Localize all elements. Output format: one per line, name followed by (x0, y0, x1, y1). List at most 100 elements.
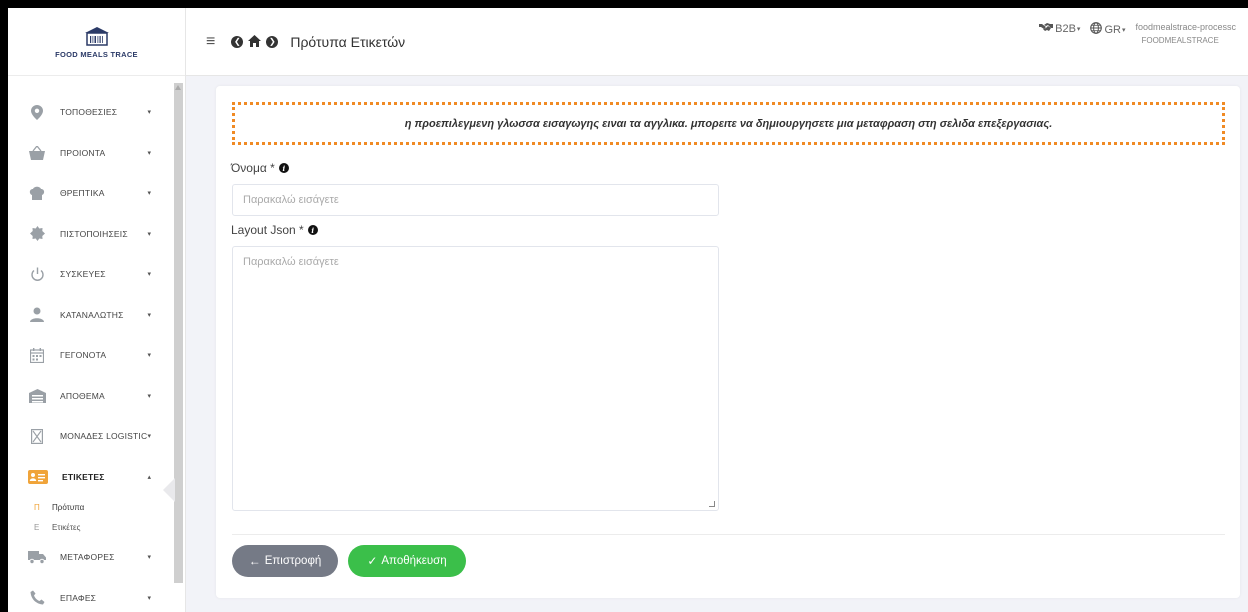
sidebar-subitem-templates[interactable]: П Πρότυπα (8, 497, 173, 517)
subitem-letter: П (34, 502, 40, 512)
sidebar-nav: ΤΟΠΟΘΕΣΙΕΣ ▾ ΠΡΟΙΟΝΤΑ ▾ ΘΡΕΠΤΙΚΑ ▾ ΠΙΣΤΟ… (8, 92, 173, 612)
resize-handle-icon[interactable] (709, 501, 715, 507)
logo-text: FOOD MEALS TRACE (55, 49, 138, 59)
form-divider (232, 534, 1225, 535)
chef-hat-icon (28, 184, 46, 202)
layout-json-placeholder: Παρακαλώ εισάγετε (243, 256, 339, 268)
sidebar-item-label: ΣΥΣΚΕΥΕΣ (60, 269, 106, 280)
chevron-down-icon: ▾ (147, 311, 151, 319)
sidebar-item-label: ΑΠΟΘΕΜΑ (60, 390, 105, 401)
sidebar-item-label: ΘΡΕΠΤΙΚΑ (60, 188, 105, 199)
label-card-icon (28, 469, 48, 484)
chevron-down-icon: ▾ (147, 230, 151, 238)
sidebar-item-label: ΓΕΓΟΝΟΤΑ (60, 350, 107, 361)
header-right: B2B ▾ GR ▾ foodmealstrace-processc FOODM… (1039, 22, 1248, 47)
chevron-down-icon: ▾ (147, 190, 151, 198)
nav-buttons: ❮ ❯ (231, 34, 279, 49)
page-title: Πρότυπα Ετικετών (290, 33, 406, 50)
sidebar-scrollbar[interactable] (174, 83, 183, 583)
chevron-down-icon: ▾ (147, 554, 151, 562)
chevron-down-icon: ▾ (147, 433, 151, 441)
layout-json-field-label: Layout Json * i (231, 223, 318, 237)
sidebar-item-stock[interactable]: ΑΠΟΘΕΜΑ ▾ (8, 376, 173, 417)
checkmark-icon: ✓ (367, 554, 378, 568)
layout-json-label-text: Layout Json * (231, 223, 304, 237)
sidebar-subitem-labels[interactable]: Е Ετικέτες (8, 517, 173, 537)
phone-icon (28, 589, 46, 607)
sidebar-item-labels[interactable]: ΕΤΙΚΕΤΕΣ ▴ (8, 457, 173, 498)
truck-icon (28, 548, 46, 566)
form-card: η προεπιλεγμενη γλωσσα εισαγωγης ειναι τ… (216, 86, 1240, 598)
layout-json-textarea[interactable]: Παρακαλώ εισάγετε (232, 246, 719, 511)
sidebar: FOOD MEALS TRACE ΤΟΠΟΘΕΣΙΕΣ ▾ ΠΡΟΙΟΝΤΑ ▾ (8, 8, 186, 612)
logo-icon (84, 26, 109, 46)
chevron-up-icon: ▴ (147, 473, 151, 481)
name-label-text: Όνομα * (231, 161, 275, 175)
save-button-label: Αποθήκευση (381, 555, 447, 567)
subitem-label: Πρότυπα (52, 502, 85, 512)
subitem-letter: Е (34, 522, 40, 532)
username: foodmealstrace-processc (1135, 22, 1236, 32)
save-button[interactable]: ✓ Αποθήκευση (348, 545, 466, 577)
top-header: ≡ ❮ ❯ Πρότυπα Ετικετών B2B ▾ GR ▾ foodme… (186, 8, 1248, 76)
sidebar-item-devices[interactable]: ΣΥΣΚΕΥΕΣ ▾ (8, 254, 173, 295)
sidebar-item-label: ΤΟΠΟΘΕΣΙΕΣ (60, 107, 118, 118)
sidebar-item-logistic-units[interactable]: ΜΟΝΑΔΕΣ LOGISTIC ▾ (8, 416, 173, 457)
organization-name: FOODMEALSTRACE (1141, 36, 1219, 45)
arrow-left-icon: ← (248, 554, 261, 568)
home-icon[interactable] (248, 34, 262, 49)
chevron-down-icon: ▾ (147, 149, 151, 157)
menu-toggle-icon[interactable]: ≡ (206, 33, 215, 51)
b2b-label: B2B (1055, 22, 1076, 35)
sidebar-item-label: ΠΙΣΤΟΠΟΙΗΣΕΙΣ (60, 228, 128, 239)
logistics-box-icon (28, 427, 46, 445)
name-field-label: Όνομα * i (231, 161, 289, 175)
info-icon[interactable]: i (307, 225, 318, 235)
name-input[interactable]: Παρακαλώ εισάγετε (232, 184, 719, 216)
sidebar-item-label: ΚΑΤΑΝΑΛΩΤΗΣ (60, 309, 124, 320)
location-pin-icon (28, 103, 46, 121)
app-frame: FOOD MEALS TRACE ΤΟΠΟΘΕΣΙΕΣ ▾ ΠΡΟΙΟΝΤΑ ▾ (8, 8, 1248, 612)
sidebar-item-label: ΜΟΝΑΔΕΣ LOGISTIC (60, 431, 148, 442)
active-pointer (163, 478, 175, 502)
sidebar-item-label: ΠΡΟΙΟΝΤΑ (60, 147, 106, 158)
back-nav-icon[interactable]: ❮ (231, 35, 244, 48)
chevron-down-icon: ▾ (147, 271, 151, 279)
calendar-icon (28, 346, 46, 364)
info-icon[interactable]: i (278, 163, 289, 173)
basket-icon (28, 144, 46, 162)
chevron-down-icon: ▾ (147, 109, 151, 117)
brand-logo[interactable]: FOOD MEALS TRACE (8, 8, 185, 76)
sidebar-item-contacts[interactable]: ΕΠΑΦΕΣ ▾ (8, 578, 173, 612)
chevron-down-icon: ▾ (1076, 25, 1081, 33)
sidebar-item-certifications[interactable]: ΠΙΣΤΟΠΟΙΗΣΕΙΣ ▾ (8, 214, 173, 255)
sidebar-item-label: ΕΤΙΚΕΤΕΣ (62, 471, 105, 482)
sidebar-item-label: ΕΠΑΦΕΣ (60, 592, 97, 603)
handshake-icon (1039, 22, 1054, 35)
sidebar-item-consumer[interactable]: ΚΑΤΑΝΑΛΩΤΗΣ ▾ (8, 295, 173, 336)
language-dropdown[interactable]: GR ▾ (1090, 22, 1125, 37)
power-icon (28, 265, 46, 283)
name-input-placeholder: Παρακαλώ εισάγετε (243, 194, 339, 206)
chevron-down-icon: ▾ (147, 594, 151, 602)
user-icon (28, 306, 46, 324)
sidebar-item-locations[interactable]: ΤΟΠΟΘΕΣΙΕΣ ▾ (8, 92, 173, 133)
sidebar-item-nutrition[interactable]: ΘΡΕΠΤΙΚΑ ▾ (8, 173, 173, 214)
back-button-label: Επιστροφή (264, 555, 322, 567)
sidebar-item-label: ΜΕΤΑΦΟΡΕΣ (60, 552, 115, 563)
user-menu[interactable]: foodmealstrace-processc FOODMEALSTRACE (1135, 21, 1236, 47)
chevron-down-icon: ▾ (1121, 26, 1126, 34)
chevron-down-icon: ▾ (147, 352, 151, 360)
sidebar-item-transports[interactable]: ΜΕΤΑΦΟΡΕΣ ▾ (8, 537, 173, 578)
warehouse-icon (28, 387, 46, 405)
forward-nav-icon[interactable]: ❯ (266, 35, 279, 48)
language-label: GR (1104, 23, 1121, 36)
scroll-up-arrow-icon[interactable] (175, 85, 181, 90)
globe-icon (1090, 22, 1103, 37)
sidebar-item-events[interactable]: ΓΕΓΟΝΟΤΑ ▾ (8, 335, 173, 376)
back-button[interactable]: ← Επιστροφή (232, 545, 338, 577)
certificate-badge-icon (28, 225, 46, 243)
sidebar-item-products[interactable]: ΠΡΟΙΟΝΤΑ ▾ (8, 133, 173, 174)
subitem-label: Ετικέτες (52, 522, 81, 532)
b2b-dropdown[interactable]: B2B ▾ (1039, 22, 1080, 35)
